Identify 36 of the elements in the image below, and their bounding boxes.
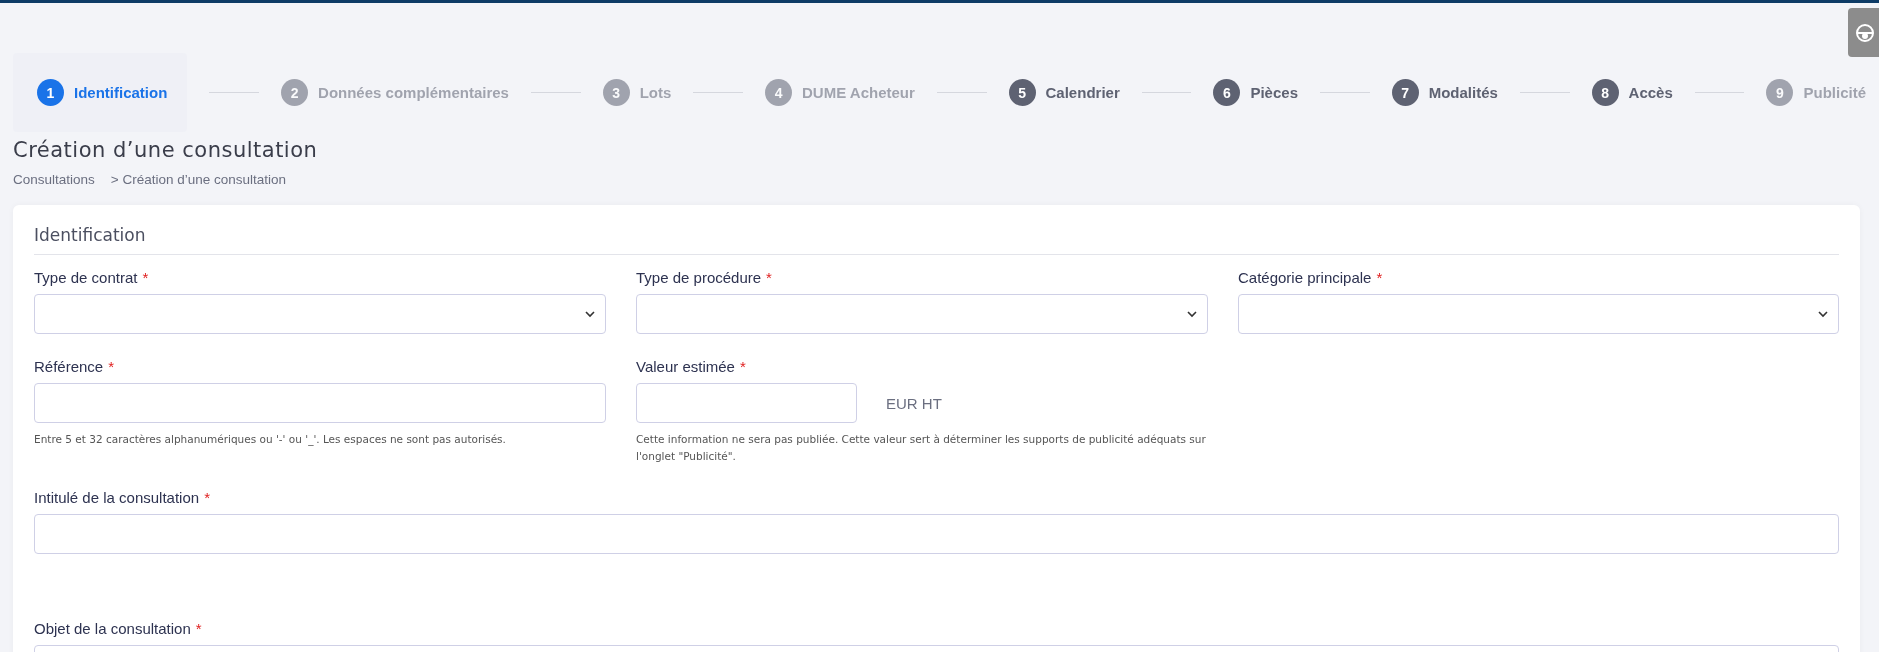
card-title: Identification: [34, 225, 1839, 255]
chevron-down-icon: [1187, 310, 1197, 318]
field-label: Valeur estimée: [636, 358, 735, 375]
step-tab[interactable]: 5 Calendrier: [1008, 79, 1120, 106]
field-label: Catégorie principale: [1238, 269, 1372, 286]
page-title: Création d’une consultation: [13, 138, 319, 162]
input-field[interactable]: [34, 514, 1839, 554]
unit-label: EUR HT: [886, 394, 942, 412]
breadcrumb-current: > Création d’une consultation: [110, 172, 287, 187]
breadcrumb-link[interactable]: Consultations: [13, 172, 95, 187]
field-label: Référence: [34, 358, 104, 375]
select-field[interactable]: [1238, 294, 1839, 334]
help-text: Cette information ne sera pas publiée. Cette valeur sert à déterminer les supports de publicité adéquats sur l'onglet "Publicité".: [636, 432, 1207, 464]
field-label: Objet de la consultation: [34, 620, 191, 637]
required-mark: *: [204, 489, 210, 506]
required-mark: *: [142, 269, 149, 286]
step-tab[interactable]: 7 Modalités: [1391, 79, 1498, 106]
input-field[interactable]: [636, 383, 857, 423]
field-label: Intitulé de la consultation: [34, 489, 200, 506]
support-icon[interactable]: [1848, 8, 1879, 57]
input-field[interactable]: [34, 383, 606, 423]
select-field[interactable]: [34, 294, 606, 334]
field-label: Type de contrat: [34, 269, 138, 286]
required-mark: *: [195, 620, 202, 637]
step-tab[interactable]: 8 Accès: [1591, 79, 1673, 106]
required-mark: *: [1376, 269, 1383, 286]
required-mark: *: [739, 358, 746, 375]
step-tab[interactable]: 1 Identification: [13, 53, 188, 132]
chevron-down-icon: [585, 310, 595, 318]
field-label: Type de procédure: [636, 269, 762, 286]
help-text: Entre 5 et 32 caractères alphanumériques ou '-' ou '_'. Les espaces ne sont pas autorisés.: [34, 432, 507, 448]
required-mark: *: [108, 358, 115, 375]
select-field[interactable]: [636, 294, 1208, 334]
chevron-down-icon: [1818, 310, 1828, 318]
required-mark: *: [766, 269, 772, 286]
step-tab[interactable]: 6 Pièces: [1213, 79, 1298, 106]
